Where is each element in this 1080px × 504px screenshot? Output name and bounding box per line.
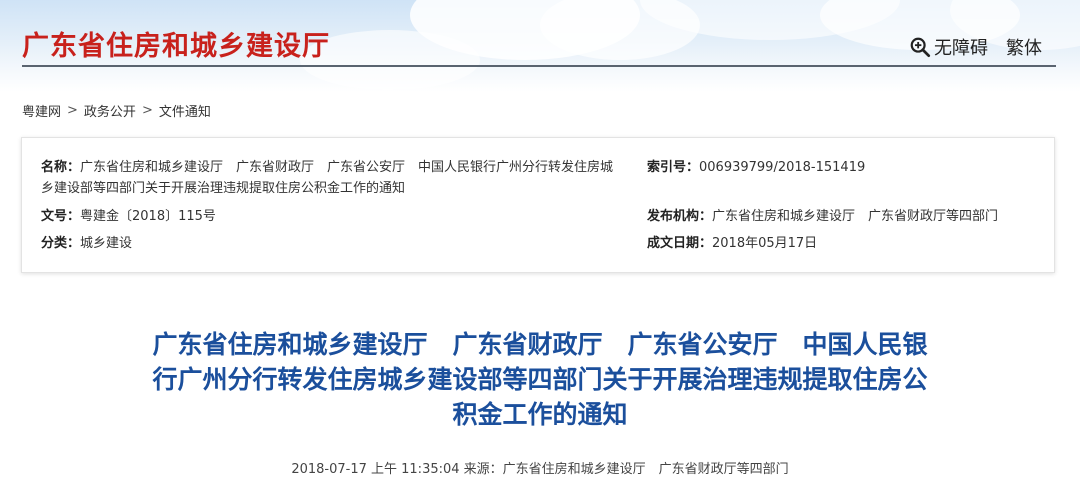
breadcrumb-home[interactable]: 粤建网 — [22, 101, 61, 120]
zoom-in-icon — [910, 37, 931, 58]
breadcrumb-separator: > — [67, 103, 78, 118]
meta-doc-number-value: 粤建金〔2018〕115号 — [80, 209, 216, 224]
article-title-line: 积金工作的通知 — [452, 400, 628, 429]
site-header: 广东省住房和城乡建设厅 无障碍 繁体 — [0, 0, 1080, 92]
meta-date: 成文日期：2018年05月17日 — [647, 233, 817, 254]
breadcrumb: 粤建网 > 政务公开 > 文件通知 — [22, 101, 211, 120]
accessibility-label: 无障碍 — [934, 38, 988, 59]
meta-index-label: 索引号： — [647, 160, 700, 175]
meta-name-value: 广东省住房和城乡建设厅 广东省财政厅 广东省公安厅 中国人民银行广州分行转发住房… — [41, 160, 614, 196]
meta-index-value: 006939799/2018-151419 — [699, 160, 866, 175]
meta-index: 索引号：006939799/2018-151419 — [647, 157, 865, 178]
meta-date-label: 成文日期： — [647, 236, 713, 251]
meta-publisher: 发布机构：广东省住房和城乡建设厅 广东省财政厅等四部门 — [647, 206, 998, 227]
document-metadata-box: 名称：广东省住房和城乡建设厅 广东省财政厅 广东省公安厅 中国人民银行广州分行转… — [21, 137, 1055, 273]
traditional-label: 繁体 — [1006, 38, 1042, 59]
meta-publisher-value: 广东省住房和城乡建设厅 广东省财政厅等四部门 — [712, 209, 999, 224]
meta-doc-number: 文号：粤建金〔2018〕115号 — [41, 206, 216, 227]
meta-name-label: 名称： — [41, 160, 81, 175]
meta-category: 分类：城乡建设 — [41, 233, 132, 254]
article-title: 广东省住房和城乡建设厅 广东省财政厅 广东省公安厅 中国人民银 行广州分行转发住… — [0, 327, 1080, 432]
meta-publisher-label: 发布机构： — [647, 209, 713, 224]
meta-name: 名称：广东省住房和城乡建设厅 广东省财政厅 广东省公安厅 中国人民银行广州分行转… — [41, 157, 626, 199]
meta-category-label: 分类： — [41, 236, 81, 251]
breadcrumb-gov-affairs[interactable]: 政务公开 — [84, 101, 136, 120]
traditional-chinese-button[interactable]: 繁体 — [1006, 34, 1042, 60]
header-divider — [22, 65, 1056, 67]
site-title[interactable]: 广东省住房和城乡建设厅 — [22, 24, 330, 63]
meta-date-value: 2018年05月17日 — [712, 236, 818, 251]
meta-doc-number-label: 文号： — [41, 209, 81, 224]
breadcrumb-notices[interactable]: 文件通知 — [159, 101, 211, 120]
article-publish-info: 2018-07-17 上午 11:35:04 来源：广东省住房和城乡建设厅 广东… — [291, 462, 789, 477]
article-title-line: 广东省住房和城乡建设厅 广东省财政厅 广东省公安厅 中国人民银 — [152, 330, 928, 359]
header-tools: 无障碍 繁体 — [909, 34, 1042, 60]
meta-category-value: 城乡建设 — [80, 236, 133, 251]
breadcrumb-separator: > — [141, 103, 153, 118]
article-title-line: 行广州分行转发住房城乡建设部等四部门关于开展治理违规提取住房公 — [152, 365, 928, 394]
accessibility-button[interactable]: 无障碍 — [909, 34, 988, 60]
